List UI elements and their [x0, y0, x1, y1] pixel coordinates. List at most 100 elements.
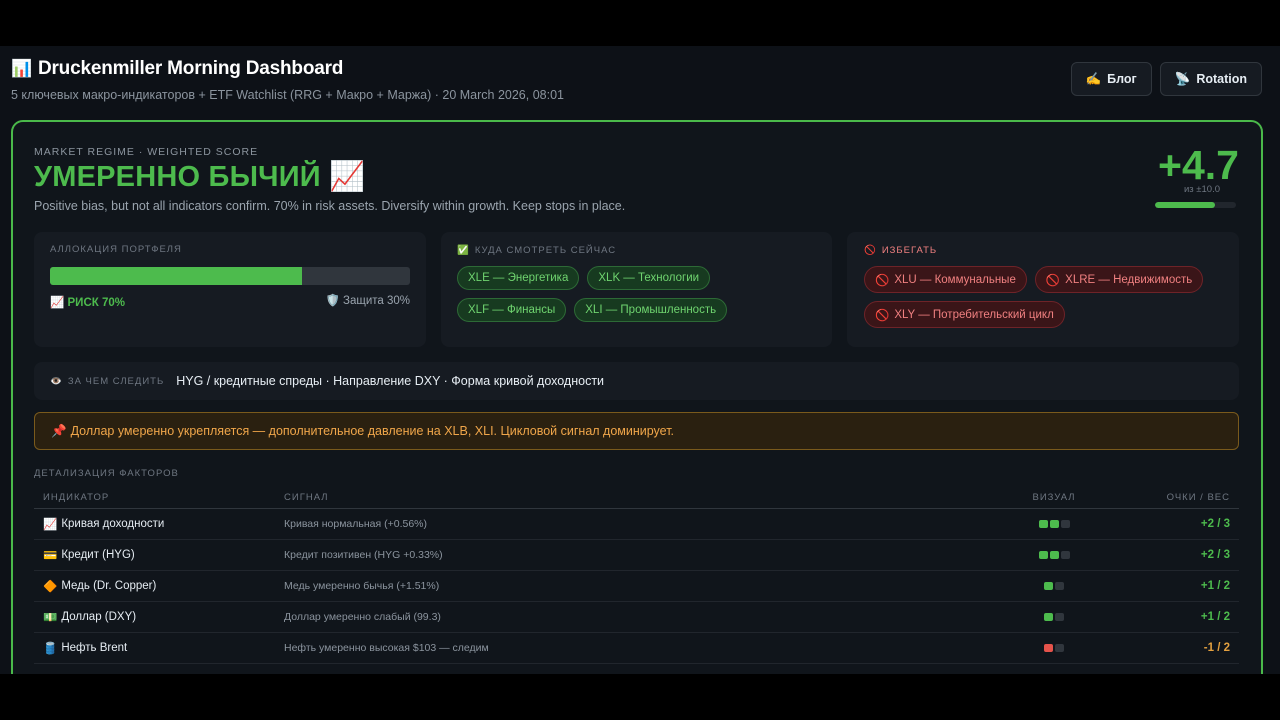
header-buttons: ✍️ Блог 📡 Rotation [1070, 62, 1262, 96]
table-body: 📈 Кривая доходности Кривая нормальная (+… [34, 509, 1239, 664]
score-square [1055, 582, 1064, 590]
regime-label: MARKET REGIME · WEIGHTED SCORE [34, 146, 259, 158]
watch-chip[interactable]: XLF — Финансы [457, 298, 567, 322]
signal-cell: Кривая нормальная (+0.56%) [284, 518, 427, 530]
writing-hand-icon: ✍️ [1085, 71, 1102, 86]
rotation-button[interactable]: 📡 Rotation [1159, 62, 1262, 96]
indicator-cell: 📈 Кривая доходности [34, 517, 284, 531]
score-visual [1044, 644, 1064, 652]
avoid-chips: 🚫 XLU — Коммунальные 🚫 XLRE — Недвижимос… [864, 266, 1222, 328]
score-bar-fill [1155, 202, 1215, 208]
table-header: ИНДИКАТОР СИГНАЛ ВИЗУАЛ ОЧКИ / ВЕС [34, 486, 1239, 509]
regime-panel: MARKET REGIME · WEIGHTED SCORE УМЕРЕННО … [11, 120, 1263, 674]
indicator-name: Нефть Brent [61, 642, 128, 654]
indicator-name: Кредит (HYG) [61, 549, 135, 561]
check-icon: ✅ [457, 245, 470, 256]
avoid-card: 🚫 ИЗБЕГАТЬ 🚫 XLU — Коммунальные 🚫 XLRE —… [847, 232, 1239, 347]
eye-icon: 👁️ [50, 375, 63, 387]
indicator-cell: 💳 Кредит (HYG) [34, 548, 284, 562]
points-cell: +1 / 2 [1200, 580, 1230, 592]
watch-for-bar: 👁️ ЗА ЧЕМ СЛЕДИТЬ HYG / кредитные спреды… [34, 362, 1239, 400]
points-cell: +1 / 2 [1200, 611, 1230, 623]
allocation-card: АЛЛОКАЦИЯ ПОРТФЕЛЯ 📈 РИСК 70% 🛡️ Защита … [34, 232, 426, 347]
watch-chips: XLE — Энергетика XLK — Технологии XLF — … [457, 266, 816, 322]
regime-description: Positive bias, but not all indicators co… [34, 199, 626, 213]
header: 📊 Druckenmiller Morning Dashboard 5 ключ… [11, 58, 1262, 108]
score-visual [1044, 582, 1064, 590]
alert-banner: 📌 Доллар умеренно укрепляется — дополнит… [34, 412, 1239, 450]
watch-label-text: КУДА СМОТРЕТЬ СЕЙЧАС [474, 245, 617, 256]
avoid-label-text: ИЗБЕГАТЬ [881, 245, 938, 256]
table-row[interactable]: 🔶 Медь (Dr. Copper) Медь умеренно бычья … [34, 571, 1239, 602]
allocation-bar-fill [50, 267, 302, 285]
indicator-icon: 📈 [43, 519, 58, 531]
alert-text: Доллар умеренно укрепляется — дополнител… [70, 424, 675, 438]
watch-chip[interactable]: XLK — Технологии [587, 266, 711, 290]
indicator-cell: 🛢️ Нефть Brent [34, 641, 284, 655]
allocation-legend: 📈 РИСК 70% 🛡️ Защита 30% [50, 295, 410, 309]
avoid-chip-label: XLY — Потребительский цикл [894, 308, 1054, 321]
rotation-button-label: Rotation [1196, 72, 1247, 86]
allocation-label: АЛЛОКАЦИЯ ПОРТФЕЛЯ [50, 244, 182, 255]
indicator-icon: 💳 [43, 550, 58, 562]
visual-cell [1024, 644, 1084, 652]
score-square [1060, 520, 1070, 528]
watch-card: ✅ КУДА СМОТРЕТЬ СЕЙЧАС XLE — Энергетика … [441, 232, 832, 347]
signal-cell: Медь умеренно бычья (+1.51%) [284, 580, 440, 592]
avoid-chip[interactable]: 🚫 XLRE — Недвижимость [1034, 266, 1204, 293]
watch-for-label-text: ЗА ЧЕМ СЛЕДИТЬ [67, 375, 165, 387]
score-visual [1044, 613, 1064, 621]
prohibited-icon: 🚫 [875, 274, 890, 287]
score-square [1049, 551, 1059, 559]
indicator-name: Доллар (DXY) [61, 611, 137, 623]
table-row[interactable]: 💵 Доллар (DXY) Доллар умеренно слабый (9… [34, 602, 1239, 633]
factors-label: ДЕТАЛИЗАЦИЯ ФАКТОРОВ [34, 468, 179, 479]
table-row[interactable]: 💳 Кредит (HYG) Кредит позитивен (HYG +0.… [34, 540, 1239, 571]
indicator-icon: 💵 [43, 612, 58, 624]
score-square [1038, 520, 1048, 528]
score-square [1060, 551, 1070, 559]
protection-label: 🛡️ Защита 30% [325, 295, 411, 307]
watch-chip[interactable]: XLI — Промышленность [574, 298, 728, 322]
indicator-cell: 💵 Доллар (DXY) [34, 610, 284, 624]
score-square [1038, 551, 1048, 559]
table-row[interactable]: 🛢️ Нефть Brent Нефть умеренно высокая $1… [34, 633, 1239, 664]
score-square [1044, 644, 1053, 652]
regime-title: УМЕРЕННО БЫЧИЙ 📈 [34, 161, 366, 193]
blog-button[interactable]: ✍️ Блог [1070, 62, 1152, 96]
score-square [1055, 613, 1064, 621]
avoid-chip-label: XLU — Коммунальные [894, 273, 1016, 286]
indicator-icon: 🔶 [43, 581, 58, 593]
indicator-cell: 🔶 Медь (Dr. Copper) [34, 579, 284, 593]
points-cell: +2 / 3 [1200, 518, 1230, 530]
risk-label: 📈 РИСК 70% [50, 297, 125, 309]
bar-chart-icon: 📊 [11, 59, 32, 78]
watch-for-label: 👁️ ЗА ЧЕМ СЛЕДИТЬ [50, 376, 164, 387]
score-square [1044, 613, 1053, 621]
score-square [1049, 520, 1059, 528]
table-row[interactable]: 📈 Кривая доходности Кривая нормальная (+… [34, 509, 1239, 540]
visual-cell [1024, 551, 1084, 559]
indicator-icon: 🛢️ [43, 643, 58, 655]
prohibited-icon: 🚫 [864, 245, 877, 256]
prohibited-icon: 🚫 [1045, 274, 1061, 287]
column-header-visual: ВИЗУАЛ [1032, 491, 1076, 503]
score-value: +4.7 [1158, 142, 1239, 188]
avoid-chip-label: XLRE — Недвижимость [1065, 273, 1193, 286]
visual-cell [1024, 520, 1084, 528]
dashboard-window: 📊 Druckenmiller Morning Dashboard 5 ключ… [0, 46, 1280, 674]
signal-cell: Нефть умеренно высокая $103 — следим [284, 642, 489, 654]
points-cell: -1 / 2 [1203, 642, 1230, 654]
avoid-chip[interactable]: 🚫 XLU — Коммунальные [864, 266, 1027, 293]
column-header-points: ОЧКИ / ВЕС [1166, 491, 1230, 503]
watch-label: ✅ КУДА СМОТРЕТЬ СЕЙЧАС [457, 245, 816, 256]
watch-for-text: HYG / кредитные спреды · Направление DXY… [176, 374, 605, 388]
score-visual [1038, 520, 1070, 528]
avoid-label: 🚫 ИЗБЕГАТЬ [864, 245, 1222, 256]
avoid-chip[interactable]: 🚫 XLY — Потребительский цикл [864, 301, 1065, 328]
watch-chip[interactable]: XLE — Энергетика [457, 266, 580, 290]
indicator-name: Медь (Dr. Copper) [61, 580, 157, 592]
signal-cell: Доллар умеренно слабый (99.3) [284, 611, 441, 623]
pushpin-icon: 📌 [51, 423, 67, 438]
signal-cell: Кредит позитивен (HYG +0.33%) [284, 549, 443, 561]
